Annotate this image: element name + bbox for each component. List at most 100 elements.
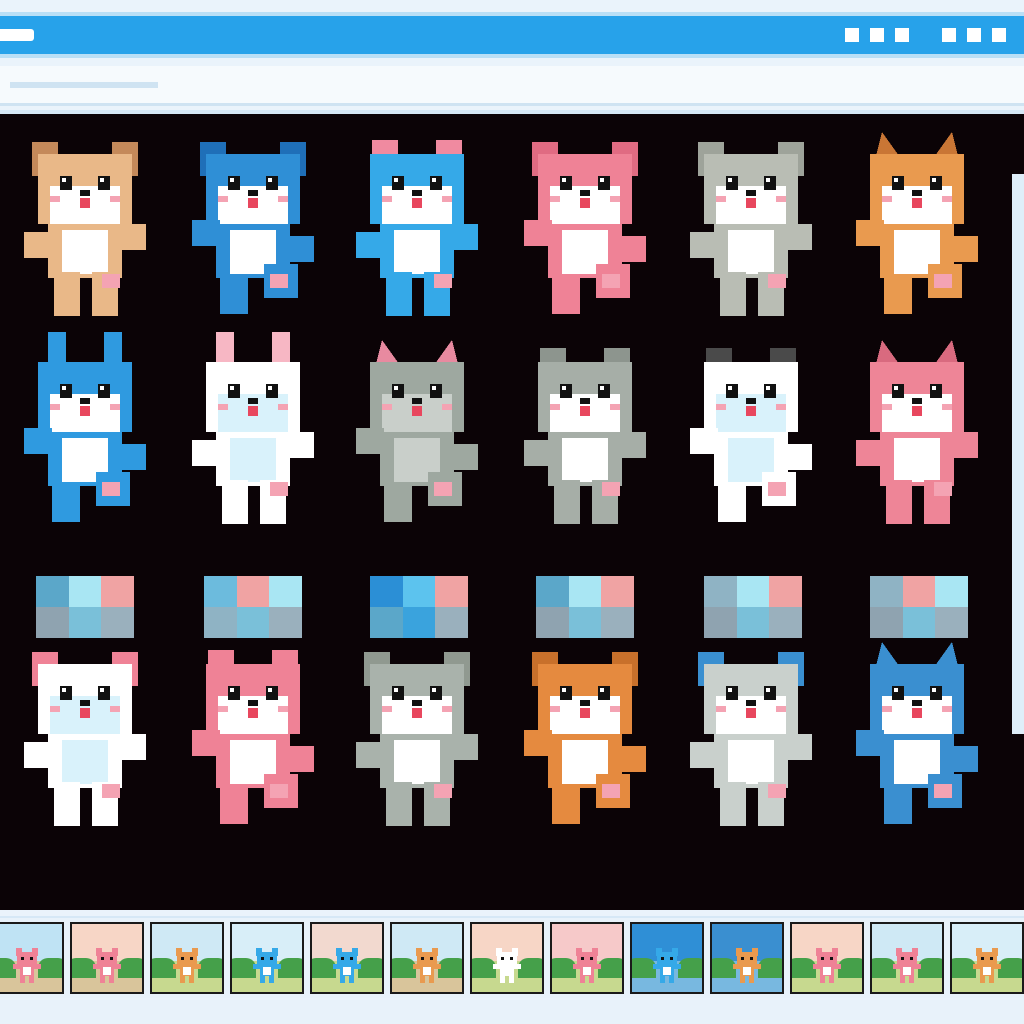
frame-sprite xyxy=(652,946,682,984)
frame-sprite xyxy=(12,946,42,984)
sprite-pink-fox[interactable] xyxy=(842,332,992,532)
sprite-orange-fox[interactable] xyxy=(842,124,992,324)
window-button-4[interactable] xyxy=(942,28,956,42)
sprite-sheet-canvas[interactable] xyxy=(0,110,1024,910)
palette-color[interactable] xyxy=(435,607,468,638)
palette-color[interactable] xyxy=(935,576,968,607)
palette-color[interactable] xyxy=(870,607,903,638)
sprite-blue-puppy[interactable] xyxy=(178,124,328,324)
palette-color[interactable] xyxy=(568,607,602,638)
window-button-2[interactable] xyxy=(870,28,884,42)
frame-sprite xyxy=(732,946,762,984)
palette-color[interactable] xyxy=(736,576,770,607)
scrollbar[interactable] xyxy=(1012,174,1024,734)
palette-color[interactable] xyxy=(101,576,134,607)
animation-timeline xyxy=(0,916,1024,998)
sprite-pink-bear[interactable] xyxy=(178,634,328,834)
palette-color[interactable] xyxy=(402,607,436,638)
palette-color[interactable] xyxy=(435,576,468,607)
sprite-pink-puppy[interactable] xyxy=(510,124,660,324)
animation-frame-10[interactable] xyxy=(710,922,784,994)
sprite-white-bunny[interactable] xyxy=(178,332,328,532)
palette-color[interactable] xyxy=(204,576,237,607)
palette-color[interactable] xyxy=(269,576,302,607)
palette-swatch[interactable] xyxy=(536,576,634,638)
palette-color[interactable] xyxy=(736,607,770,638)
sprite-orange-dog[interactable] xyxy=(510,634,660,834)
palette-color[interactable] xyxy=(601,607,634,638)
toolbar xyxy=(0,66,1024,106)
animation-frame-13[interactable] xyxy=(950,922,1024,994)
palette-color[interactable] xyxy=(704,607,737,638)
animation-frame-7[interactable] xyxy=(470,922,544,994)
animation-frame-1[interactable] xyxy=(0,922,64,994)
palette-color[interactable] xyxy=(370,607,403,638)
animation-frame-12[interactable] xyxy=(870,922,944,994)
palette-color[interactable] xyxy=(68,576,102,607)
animation-frame-2[interactable] xyxy=(70,922,144,994)
palette-color[interactable] xyxy=(370,576,403,607)
palette-color[interactable] xyxy=(536,576,569,607)
palette-color[interactable] xyxy=(402,576,436,607)
sprite-gray-blue-dog[interactable] xyxy=(676,634,826,834)
palette-color[interactable] xyxy=(870,576,903,607)
sprite-blue-cat[interactable] xyxy=(342,124,492,324)
palette-color[interactable] xyxy=(536,607,569,638)
sprite-gray-puppy[interactable] xyxy=(676,124,826,324)
palette-color[interactable] xyxy=(36,607,69,638)
palette-swatch[interactable] xyxy=(370,576,468,638)
frame-sprite xyxy=(972,946,1002,984)
palette-color[interactable] xyxy=(769,576,802,607)
palette-swatch[interactable] xyxy=(36,576,134,638)
palette-color[interactable] xyxy=(236,576,270,607)
window-button-5[interactable] xyxy=(967,28,981,42)
title-bar xyxy=(0,12,1024,58)
frame-sprite xyxy=(812,946,842,984)
palette-color[interactable] xyxy=(204,607,237,638)
animation-frame-3[interactable] xyxy=(150,922,224,994)
sprite-pink-eared-dog[interactable] xyxy=(10,634,160,834)
sprite-gray-dancer[interactable] xyxy=(342,634,492,834)
palette-color[interactable] xyxy=(935,607,968,638)
frame-sprite xyxy=(412,946,442,984)
palette-swatch[interactable] xyxy=(704,576,802,638)
frame-sprite xyxy=(572,946,602,984)
palette-color[interactable] xyxy=(236,607,270,638)
palette-color[interactable] xyxy=(601,576,634,607)
palette-color[interactable] xyxy=(769,607,802,638)
animation-frame-6[interactable] xyxy=(390,922,464,994)
animation-frame-5[interactable] xyxy=(310,922,384,994)
palette-color[interactable] xyxy=(68,607,102,638)
animation-frame-11[interactable] xyxy=(790,922,864,994)
window-button-3[interactable] xyxy=(895,28,909,42)
animation-frame-4[interactable] xyxy=(230,922,304,994)
frame-sprite xyxy=(332,946,362,984)
palette-color[interactable] xyxy=(269,607,302,638)
window-button-1[interactable] xyxy=(845,28,859,42)
window-button-6[interactable] xyxy=(992,28,1006,42)
status-bar xyxy=(0,1000,1024,1024)
sprite-blue-bunny[interactable] xyxy=(10,332,160,532)
frame-sprite xyxy=(892,946,922,984)
animation-frame-9[interactable] xyxy=(630,922,704,994)
frame-sprite xyxy=(252,946,282,984)
sprite-tan-puppy[interactable] xyxy=(10,124,160,324)
sprite-gray-dog[interactable] xyxy=(510,332,660,532)
window-controls xyxy=(845,28,1006,42)
palette-color[interactable] xyxy=(101,607,134,638)
frame-sprite xyxy=(492,946,522,984)
frame-sprite xyxy=(92,946,122,984)
palette-swatch[interactable] xyxy=(204,576,302,638)
sprite-gray-cat[interactable] xyxy=(342,332,492,532)
palette-color[interactable] xyxy=(902,576,936,607)
palette-color[interactable] xyxy=(704,576,737,607)
palette-color[interactable] xyxy=(568,576,602,607)
palette-swatch[interactable] xyxy=(870,576,968,638)
sprite-blue-plaid-dog[interactable] xyxy=(842,634,992,834)
menu-icon[interactable] xyxy=(0,29,34,41)
sprite-white-panda[interactable] xyxy=(676,332,826,532)
palette-color[interactable] xyxy=(902,607,936,638)
address-bar[interactable] xyxy=(10,82,158,88)
palette-color[interactable] xyxy=(36,576,69,607)
animation-frame-8[interactable] xyxy=(550,922,624,994)
